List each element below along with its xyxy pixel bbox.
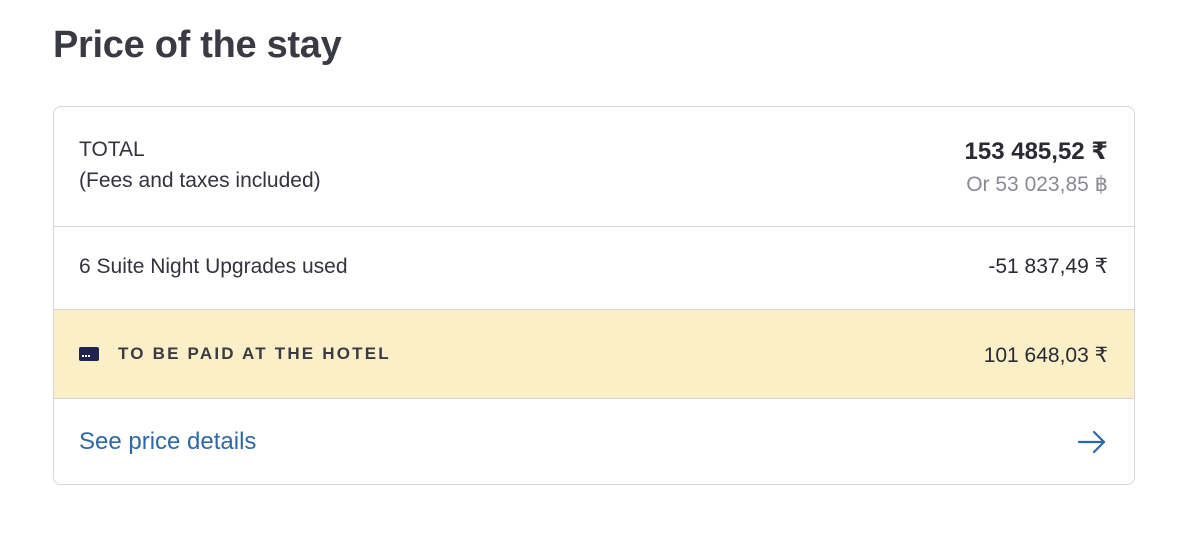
pay-at-hotel-row: TO BE PAID AT THE HOTEL 101 648,03 ₹ [54,310,1134,399]
credit-card-icon [79,347,99,361]
pay-at-hotel-amount: 101 648,03 ₹ [983,344,1108,367]
arrow-right-icon[interactable] [1077,430,1107,454]
pay-at-hotel-label: TO BE PAID AT THE HOTEL [118,344,391,363]
total-row: TOTAL (Fees and taxes included) 153 485,… [54,107,1134,227]
see-price-details-link[interactable]: See price details [79,425,256,459]
upgrades-amount: -51 837,49 ₹ [988,255,1108,278]
upgrades-label: 6 Suite Night Upgrades used [79,255,348,278]
total-alt-amount: Or 53 023,85 ฿ [966,173,1108,196]
page-title: Price of the stay [53,24,342,66]
total-amount: 153 485,52 ₹ [964,138,1108,165]
total-label: TOTAL [79,138,145,161]
total-sublabel: (Fees and taxes included) [79,169,321,192]
price-card: TOTAL (Fees and taxes included) 153 485,… [53,106,1135,485]
price-details-row[interactable]: See price details [54,399,1134,484]
upgrades-row: 6 Suite Night Upgrades used -51 837,49 ₹ [54,227,1134,310]
